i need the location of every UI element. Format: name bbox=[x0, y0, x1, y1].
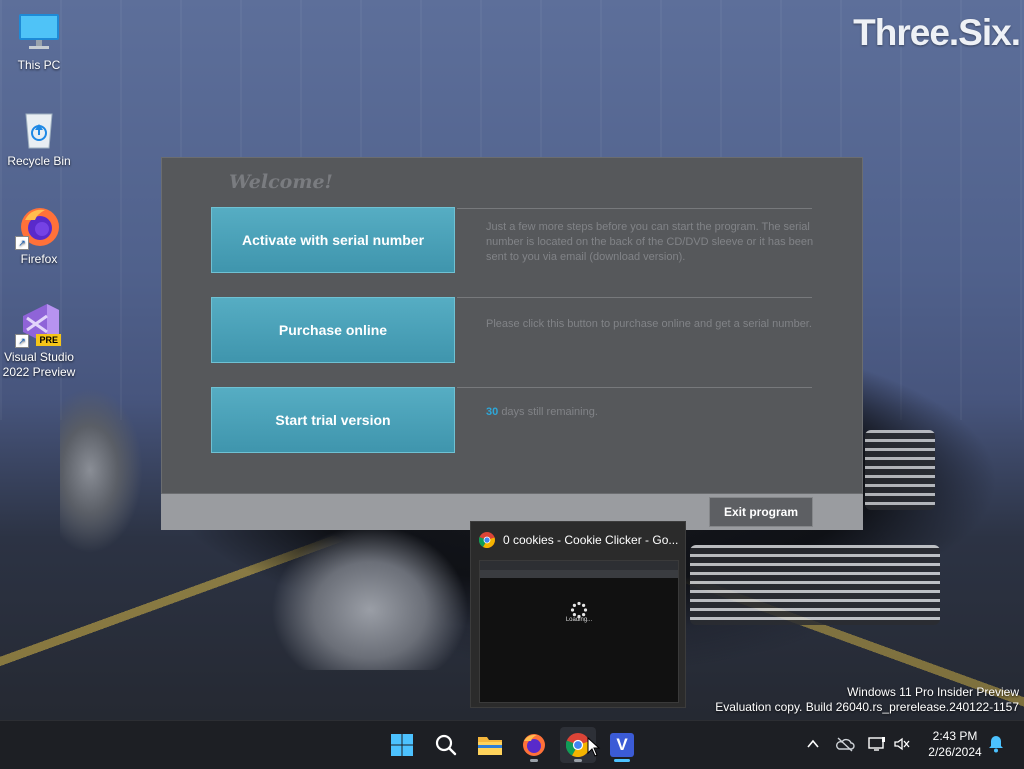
firefox-icon bbox=[523, 734, 545, 756]
file-explorer-icon bbox=[478, 737, 502, 755]
purchase-description: Please click this button to purchase onl… bbox=[486, 318, 812, 330]
divider bbox=[457, 297, 812, 298]
running-indicator bbox=[574, 759, 582, 762]
preview-address-bar bbox=[480, 570, 678, 578]
thumbnail-preview: Loading... bbox=[479, 560, 679, 703]
desktop-icon-label: This PC bbox=[17, 58, 61, 72]
loading-text: Loading... bbox=[565, 617, 593, 623]
wallpaper-car-grille bbox=[690, 545, 940, 625]
trial-remaining-text: 30 days still remaining. bbox=[486, 405, 836, 420]
shortcut-arrow-icon: ↗ bbox=[15, 334, 29, 348]
clock-time: 2:43 PM bbox=[932, 729, 978, 743]
onedrive-icon bbox=[836, 737, 855, 752]
activate-serial-button[interactable]: Activate with serial number bbox=[211, 207, 455, 273]
activate-description: Just a few more steps before you can sta… bbox=[486, 221, 814, 263]
watermark-edition: Windows 11 Pro Insider Preview bbox=[847, 685, 1019, 699]
show-hidden-icons-button[interactable] bbox=[802, 733, 824, 755]
network-icon bbox=[868, 737, 885, 751]
desktop-icon-label: Visual Studio 2022 Preview bbox=[2, 350, 76, 379]
chrome-window-thumbnail[interactable]: 0 cookies - Cookie Clicker - Go... Loadi… bbox=[470, 521, 686, 708]
veeam-icon: V bbox=[610, 733, 634, 757]
taskbar-clock[interactable]: 2:43 PM 2/26/2024 bbox=[920, 728, 990, 760]
desktop-icon-visual-studio[interactable]: PRE ↗ Visual Studio 2022 Preview bbox=[0, 302, 79, 380]
search-icon bbox=[435, 734, 457, 756]
recycle-bin-icon bbox=[17, 106, 61, 150]
notifications-button[interactable] bbox=[985, 733, 1007, 755]
wallpaper-car-grille-side bbox=[865, 430, 935, 510]
thumbnail-titlebar: 0 cookies - Cookie Clicker - Go... bbox=[471, 522, 685, 558]
file-explorer-button[interactable] bbox=[472, 727, 508, 763]
network-tray-button[interactable] bbox=[866, 733, 888, 755]
desktop-icon-this-pc[interactable]: This PC bbox=[0, 10, 79, 73]
dialog-body: Welcome! Activate with serial number Jus… bbox=[161, 157, 863, 494]
veeam-letter: V bbox=[616, 735, 628, 754]
preview-tab-bar bbox=[480, 561, 678, 570]
chevron-up-icon bbox=[807, 739, 819, 748]
trial-days-suffix: days still remaining. bbox=[501, 406, 598, 418]
desktop-icon-label: Firefox bbox=[20, 252, 58, 266]
desktop-icon-firefox[interactable]: ↗ Firefox bbox=[0, 204, 79, 267]
shortcut-arrow-icon: ↗ bbox=[15, 236, 29, 250]
desktop-icon-recycle-bin[interactable]: Recycle Bin bbox=[0, 106, 79, 169]
start-button[interactable] bbox=[384, 727, 420, 763]
running-indicator bbox=[530, 759, 538, 762]
activation-dialog: Welcome! Activate with serial number Jus… bbox=[161, 157, 863, 530]
start-trial-button[interactable]: Start trial version bbox=[211, 387, 455, 453]
purchase-online-button[interactable]: Purchase online bbox=[211, 297, 455, 363]
taskbar: V 2:43 PM 2/26/2024 bbox=[0, 720, 1024, 769]
active-indicator bbox=[614, 759, 630, 762]
watermark-build: Evaluation copy. Build 26040.rs_prerelea… bbox=[715, 700, 1019, 714]
exit-program-button[interactable]: Exit program bbox=[709, 497, 813, 527]
thumbnail-title: 0 cookies - Cookie Clicker - Go... bbox=[503, 533, 679, 547]
start-icon bbox=[391, 734, 413, 756]
notification-bell-icon bbox=[989, 736, 1003, 753]
mouse-cursor-icon bbox=[587, 737, 601, 757]
onedrive-tray-button[interactable] bbox=[834, 733, 856, 755]
veeam-taskbar-button[interactable]: V bbox=[604, 727, 640, 763]
wallpaper-brand-logo: Three.Six. bbox=[853, 12, 1021, 53]
divider bbox=[457, 208, 812, 209]
dialog-welcome-title: Welcome! bbox=[229, 171, 333, 193]
preview-badge: PRE bbox=[36, 334, 61, 346]
firefox-icon: ↗ bbox=[15, 204, 61, 250]
volume-tray-button[interactable] bbox=[891, 733, 913, 755]
chrome-icon bbox=[478, 532, 495, 549]
search-button[interactable] bbox=[428, 727, 464, 763]
this-pc-icon bbox=[17, 10, 61, 54]
volume-muted-icon bbox=[894, 737, 910, 751]
trial-days-count: 30 bbox=[486, 406, 499, 418]
divider bbox=[457, 387, 812, 388]
desktop-icon-label: Recycle Bin bbox=[7, 154, 71, 168]
clock-date: 2/26/2024 bbox=[928, 745, 982, 759]
windows-watermark: Windows 11 Pro Insider Preview Evaluatio… bbox=[715, 685, 1019, 715]
visual-studio-icon: PRE ↗ bbox=[15, 302, 61, 348]
firefox-taskbar-button[interactable] bbox=[516, 727, 552, 763]
